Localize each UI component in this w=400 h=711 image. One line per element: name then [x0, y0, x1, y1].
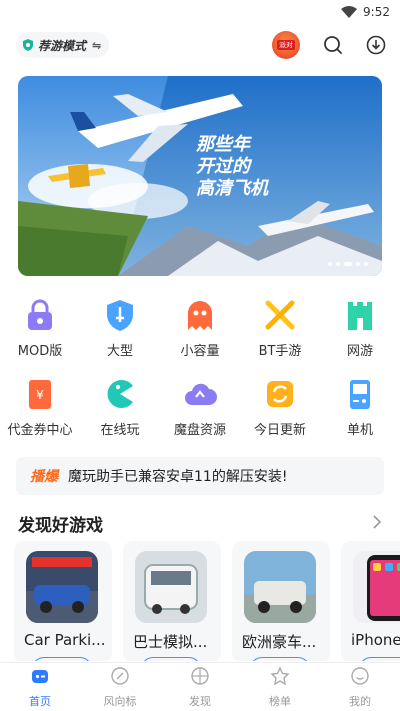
- banner-line-1: 那些年: [196, 134, 253, 155]
- game-list: Car Parki... 巴士模拟... 欧洲豪车... iPhone: [14, 541, 400, 661]
- wifi-icon: [341, 6, 358, 18]
- ranking-icon: [270, 665, 290, 690]
- game-name: 巴士模拟...: [133, 633, 208, 651]
- section-title: 发现好游戏: [18, 516, 103, 536]
- avatar-tag: 派对: [277, 40, 295, 50]
- notice-tag: 播爆: [30, 469, 58, 485]
- home-icon: [30, 666, 50, 690]
- notice-text: 魔玩助手已兼容安卓11的解压安装!: [68, 469, 288, 485]
- category-label: BT手游: [258, 344, 302, 359]
- banner-dot[interactable]: [356, 262, 360, 266]
- game-thumbnail: [244, 551, 316, 623]
- nav-item[interactable]: 发现: [160, 663, 240, 711]
- svg-text:¥: ¥: [36, 388, 44, 402]
- banner-pagination[interactable]: [328, 262, 368, 266]
- game-card[interactable]: 巴士模拟...: [123, 541, 221, 661]
- banner-line-3: 高清飞机: [196, 178, 269, 199]
- nav-label: 我的: [349, 694, 371, 708]
- banner-artwork: 那些年 开过的 高清飞机: [18, 76, 382, 276]
- game-download-button[interactable]: [250, 657, 310, 661]
- mode-shield-icon: [23, 39, 33, 51]
- discover-icon: [190, 666, 210, 690]
- category-grid: MOD版 大型 小容量 BT手游 网游 ¥ 代金券中心 在线玩 魔盘资源 今日更新 单机: [0, 298, 400, 438]
- chevron-right-icon[interactable]: [370, 513, 384, 531]
- download-icon[interactable]: [365, 34, 387, 56]
- category-label: MOD版: [17, 344, 63, 359]
- banner-dot[interactable]: [328, 262, 332, 266]
- refresh-icon: [263, 377, 297, 411]
- crossed-swords-icon: [263, 298, 297, 332]
- mode-switch-button[interactable]: 荐游模式 ⇋: [16, 32, 110, 58]
- game-name: 欧洲豪车...: [242, 633, 317, 651]
- banner-dot[interactable]: [344, 262, 352, 266]
- nav-item[interactable]: 首页: [0, 663, 80, 711]
- bottom-nav: 首页 风向标 发现 榜单 我的: [0, 662, 400, 711]
- category-item[interactable]: 网游: [320, 298, 400, 359]
- shield-sword-icon: [103, 298, 137, 332]
- game-thumbnail: [26, 551, 98, 623]
- coupon-icon: ¥: [23, 377, 57, 411]
- mode-label: 荐游模式: [38, 38, 87, 53]
- profile-icon: [350, 666, 370, 690]
- status-time: 9:52: [363, 5, 390, 19]
- notice-bar[interactable]: 播爆 魔玩助手已兼容安卓11的解压安装!: [16, 457, 384, 495]
- cloud-upload-icon: [183, 377, 217, 411]
- category-label: 代金券中心: [7, 423, 73, 438]
- category-label: 在线玩: [100, 423, 140, 438]
- top-header: 荐游模式 ⇋ 派对: [0, 28, 400, 64]
- nav-item[interactable]: 风向标: [80, 663, 160, 711]
- game-thumbnail: [135, 551, 207, 623]
- nav-label: 首页: [29, 694, 51, 708]
- nav-label: 发现: [189, 694, 211, 708]
- category-item[interactable]: 在线玩: [80, 377, 160, 438]
- nav-item[interactable]: 榜单: [240, 663, 320, 711]
- category-item[interactable]: MOD版: [0, 298, 80, 359]
- gamepad-icon: [343, 377, 377, 411]
- nav-label: 风向标: [103, 694, 137, 708]
- category-item[interactable]: ¥ 代金券中心: [0, 377, 80, 438]
- game-name: Car Parki...: [24, 631, 106, 649]
- category-label: 大型: [106, 344, 133, 359]
- category-item[interactable]: 大型: [80, 298, 160, 359]
- avatar[interactable]: 派对: [272, 31, 300, 59]
- lock-icon: [23, 298, 57, 332]
- category-item[interactable]: 小容量: [160, 298, 240, 359]
- game-download-button[interactable]: [141, 657, 201, 661]
- game-download-button[interactable]: [32, 657, 92, 661]
- category-label: 魔盘资源: [173, 423, 226, 438]
- category-label: 小容量: [180, 344, 220, 359]
- game-name: iPhone: [351, 631, 400, 649]
- category-label: 网游: [346, 344, 373, 359]
- game-card[interactable]: Car Parki...: [14, 541, 112, 661]
- nav-item[interactable]: 我的: [320, 663, 400, 711]
- game-download-button[interactable]: [359, 657, 400, 661]
- castle-icon: [343, 298, 377, 332]
- game-card[interactable]: iPhone: [341, 541, 400, 661]
- promo-banner[interactable]: 那些年 开过的 高清飞机: [18, 76, 382, 276]
- pacman-icon: [103, 377, 137, 411]
- compass-icon: [110, 666, 130, 690]
- nav-label: 榜单: [269, 694, 291, 708]
- ghost-icon: [183, 298, 217, 332]
- swap-icon: ⇋: [92, 38, 102, 52]
- banner-dot[interactable]: [364, 262, 368, 266]
- game-thumbnail: [353, 551, 400, 623]
- category-item[interactable]: BT手游: [240, 298, 320, 359]
- banner-dot[interactable]: [336, 262, 340, 266]
- banner-line-2: 开过的: [196, 156, 253, 177]
- category-item[interactable]: 魔盘资源: [160, 377, 240, 438]
- category-item[interactable]: 单机: [320, 377, 400, 438]
- search-icon[interactable]: [322, 34, 344, 56]
- category-item[interactable]: 今日更新: [240, 377, 320, 438]
- category-label: 今日更新: [253, 423, 306, 438]
- status-bar: 9:52: [0, 0, 400, 24]
- category-label: 单机: [346, 423, 373, 438]
- game-card[interactable]: 欧洲豪车...: [232, 541, 330, 661]
